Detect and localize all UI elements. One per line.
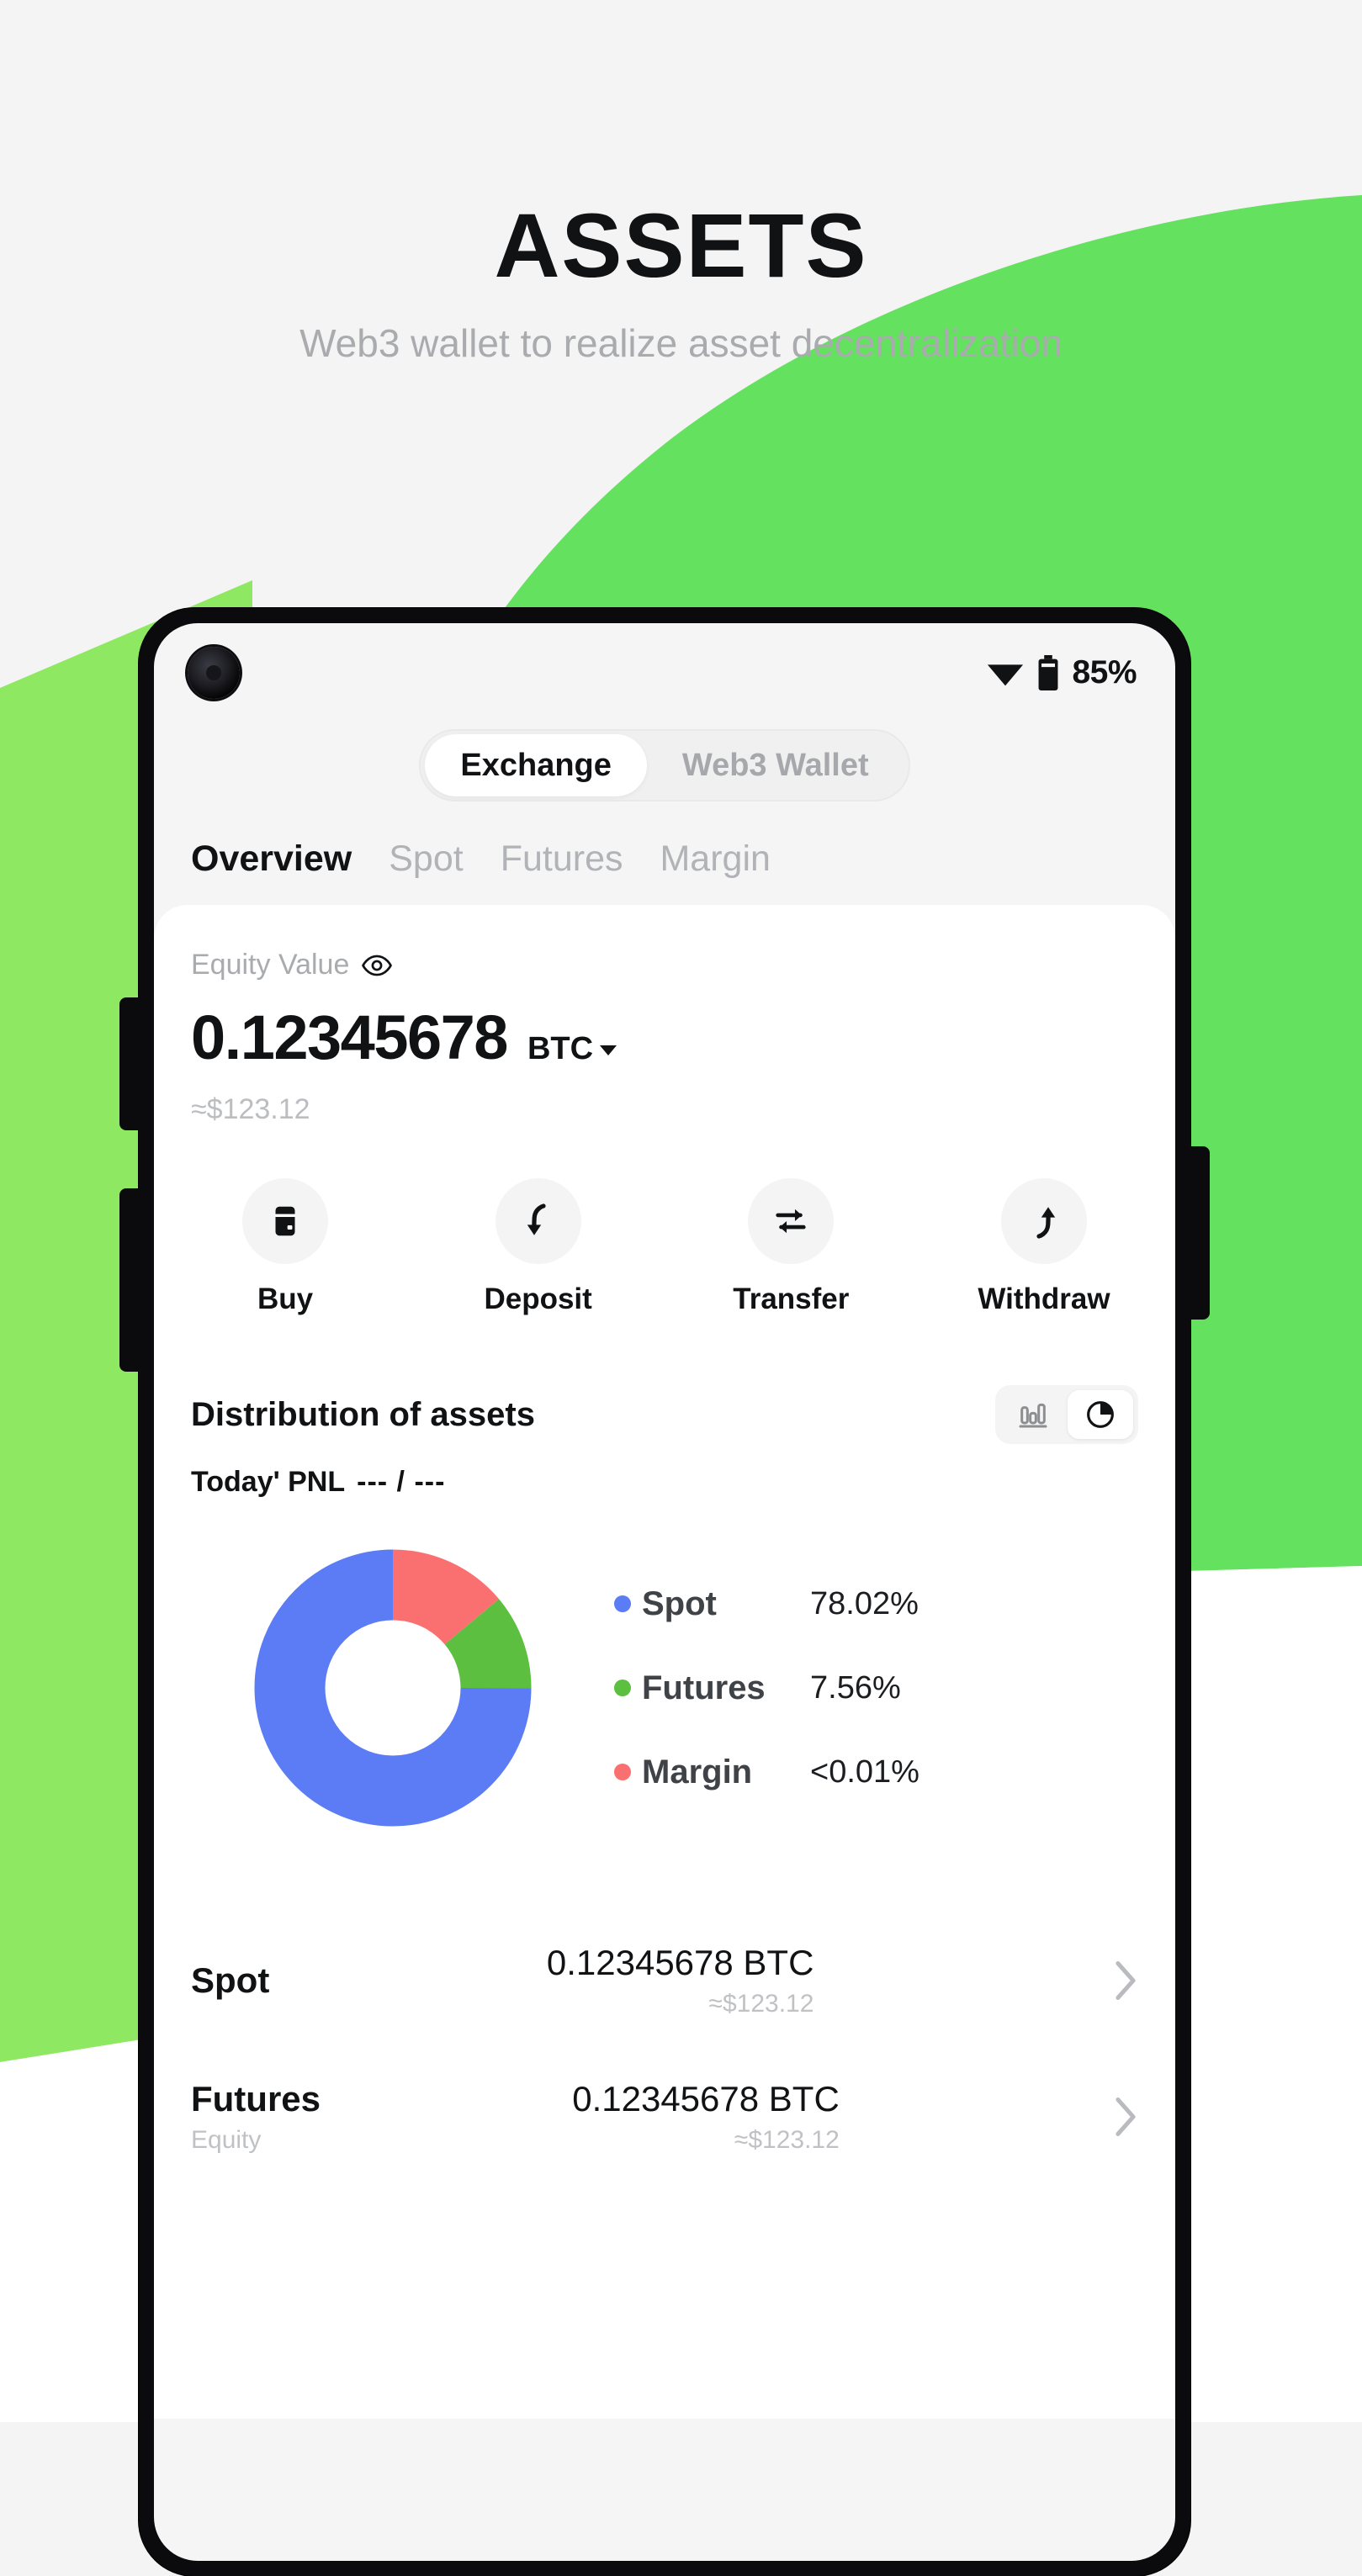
tab-overview[interactable]: Overview — [191, 838, 352, 880]
equity-amount-row: 0.12345678 BTC — [191, 1002, 1138, 1073]
tab-spot[interactable]: Spot — [389, 838, 463, 880]
tab-spot-label: Spot — [389, 838, 464, 879]
today-pnl-label: Today' PNL — [191, 1466, 346, 1498]
battery-icon — [1038, 655, 1058, 690]
legend-item-margin: Margin <0.01% — [603, 1730, 1138, 1814]
distribution-title: Distribution of assets — [191, 1395, 535, 1433]
asset-sub-futures: Equity — [191, 2126, 262, 2154]
chevron-right-icon[interactable] — [1113, 2096, 1138, 2138]
tab-overview-label: Overview — [191, 838, 352, 879]
legend-dot-futures — [614, 1679, 631, 1696]
asset-list: Spot 0.12345678 BTC ≈$123.12 Futures Equ… — [191, 1912, 1138, 2185]
legend-item-spot: Spot 78.02% — [603, 1562, 1138, 1646]
asset-name-spot: Spot — [191, 1960, 270, 2000]
chevron-down-icon — [600, 1045, 617, 1055]
buy-label: Buy — [257, 1283, 314, 1315]
asset-row-spot-left: Spot — [191, 1960, 269, 2001]
toggle-bar-chart[interactable] — [1000, 1390, 1066, 1439]
buy-button[interactable]: Buy — [201, 1178, 369, 1316]
deposit-button[interactable]: Deposit — [454, 1178, 623, 1316]
switch-web3-wallet-label: Web3 Wallet — [681, 747, 869, 783]
switch-web3-wallet[interactable]: Web3 Wallet — [647, 734, 904, 796]
card-icon — [275, 1206, 295, 1236]
switch-exchange[interactable]: Exchange — [425, 734, 647, 796]
withdraw-label: Withdraw — [978, 1283, 1110, 1315]
asset-amount-futures: 0.12345678 BTC — [572, 2079, 840, 2118]
buy-icon-circle — [242, 1178, 328, 1264]
bar-chart-icon — [1019, 1403, 1047, 1428]
currency-selector[interactable]: BTC — [527, 1031, 617, 1067]
transfer-arrows-icon — [776, 1209, 806, 1234]
phone-mockup: 85% Exchange Web3 Wallet Overview Spot F… — [119, 608, 1210, 2576]
legend-value-spot: 78.02% — [810, 1585, 919, 1621]
quick-actions: Buy Deposit Transfer Withdraw — [191, 1178, 1138, 1316]
legend-value-futures: 7.56% — [810, 1669, 901, 1706]
today-pnl-value: --- / --- — [357, 1466, 446, 1498]
switch-exchange-label: Exchange — [460, 747, 612, 783]
transfer-icon-circle — [748, 1178, 835, 1264]
legend-label-futures: Futures — [642, 1669, 766, 1706]
tab-futures[interactable]: Futures — [501, 838, 623, 880]
asset-usd-spot: ≈$123.12 — [708, 1990, 814, 2018]
asset-row-spot-right: 0.12345678 BTC ≈$123.12 — [547, 1943, 814, 2018]
legend-label-margin: Margin — [642, 1753, 753, 1791]
equity-usd-value: ≈$123.12 — [191, 1093, 310, 1125]
table-row[interactable]: Futures Equity 0.12345678 BTC ≈$123.12 — [191, 2049, 1138, 2185]
asset-row-futures-right: 0.12345678 BTC ≈$123.12 — [572, 2079, 840, 2155]
status-bar-right: 85% — [986, 654, 1137, 691]
distribution-chart: Spot 78.02% Futures 7.56% Margin <0.01% — [191, 1541, 1138, 1835]
tab-futures-label: Futures — [500, 838, 623, 879]
distribution-header: Distribution of assets — [191, 1385, 1138, 1444]
chevron-right-icon[interactable] — [1113, 1960, 1138, 2002]
arrow-down-curved-icon — [527, 1203, 546, 1235]
battery-percent-label: 85% — [1072, 654, 1137, 690]
phone-volume-down-button[interactable] — [119, 1188, 141, 1372]
legend-dot-margin — [614, 1764, 631, 1780]
eye-icon[interactable] — [361, 955, 393, 976]
sub-tab-bar: Overview Spot Futures Margin — [154, 801, 1175, 880]
equity-amount: 0.12345678 — [191, 1002, 508, 1072]
withdraw-icon-circle — [1000, 1178, 1087, 1264]
toggle-pie-chart[interactable] — [1068, 1390, 1133, 1439]
transfer-label: Transfer — [733, 1283, 850, 1315]
deposit-icon-circle — [495, 1178, 581, 1264]
asset-row-futures-left: Futures Equity — [191, 2079, 321, 2155]
tab-margin-label: Margin — [660, 838, 771, 879]
today-pnl-row: Today' PNL --- / --- — [191, 1466, 1138, 1499]
currency-label: BTC — [527, 1031, 594, 1066]
transfer-button[interactable]: Transfer — [707, 1178, 875, 1316]
chart-legend: Spot 78.02% Futures 7.56% Margin <0.01% — [595, 1562, 1138, 1814]
donut-chart — [191, 1541, 595, 1835]
page-subtitle: Web3 wallet to realize asset decentraliz… — [299, 321, 1063, 365]
wifi-icon — [988, 664, 1024, 686]
legend-dot-spot — [614, 1595, 631, 1612]
asset-usd-futures: ≈$123.12 — [734, 2126, 840, 2154]
asset-amount-spot: 0.12345678 BTC — [546, 1943, 814, 1982]
phone-screen: 85% Exchange Web3 Wallet Overview Spot F… — [154, 623, 1175, 2561]
phone-volume-up-button[interactable] — [119, 997, 141, 1130]
pie-chart-icon — [1087, 1401, 1114, 1428]
donut-chart-svg — [254, 1549, 532, 1827]
front-camera-icon — [188, 647, 240, 699]
equity-value-header: Equity Value — [191, 949, 1138, 981]
deposit-label: Deposit — [484, 1283, 592, 1315]
chart-type-toggle — [995, 1385, 1138, 1444]
legend-label-spot: Spot — [642, 1584, 717, 1622]
page-title: ASSETS — [494, 194, 868, 296]
account-type-switch: Exchange Web3 Wallet — [154, 729, 1175, 801]
status-bar: 85% — [154, 623, 1175, 722]
hero-section: ASSETS Web3 wallet to realize asset dece… — [0, 0, 1362, 368]
asset-name-futures: Futures — [191, 2079, 321, 2118]
equity-value-label: Equity Value — [191, 949, 350, 981]
withdraw-button[interactable]: Withdraw — [960, 1178, 1128, 1316]
legend-value-margin: <0.01% — [810, 1753, 919, 1790]
legend-item-futures: Futures 7.56% — [603, 1646, 1138, 1730]
tab-margin[interactable]: Margin — [660, 838, 770, 880]
table-row[interactable]: Spot 0.12345678 BTC ≈$123.12 — [191, 1912, 1138, 2049]
content-card: Equity Value 0.12345678 BTC ≈$123.12 Buy… — [154, 905, 1175, 2419]
phone-power-button[interactable] — [1188, 1146, 1210, 1320]
arrow-up-curved-icon — [1036, 1207, 1056, 1239]
